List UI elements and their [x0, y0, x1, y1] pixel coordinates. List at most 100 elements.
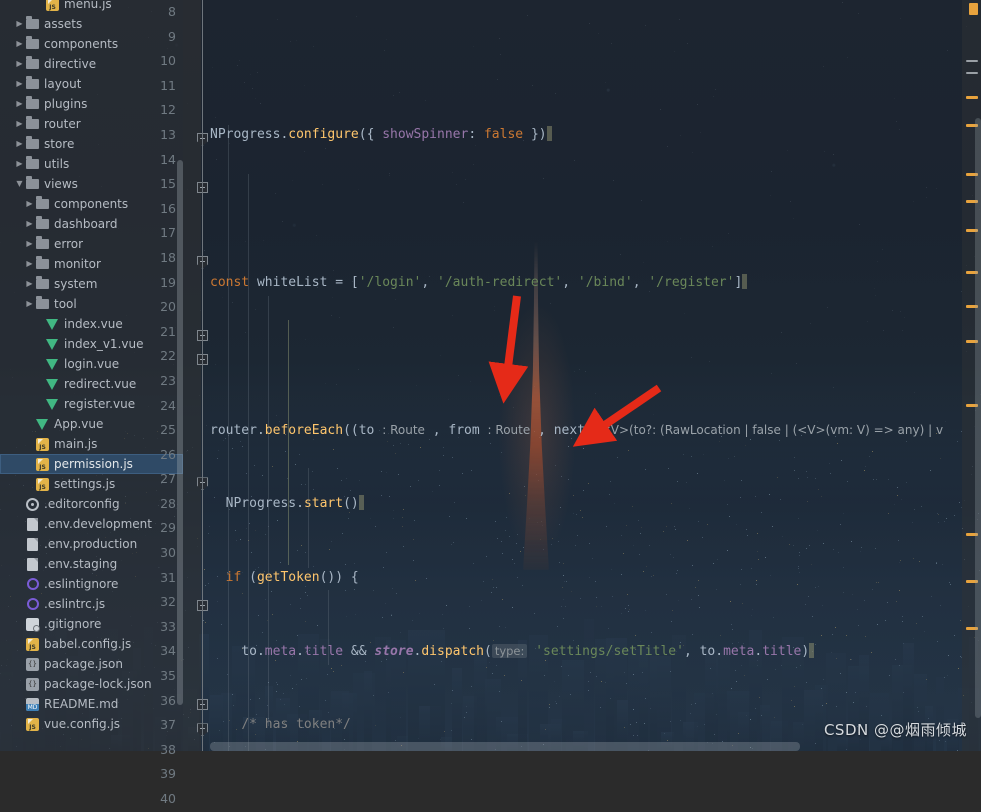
- folder-icon: [35, 276, 50, 289]
- line-number: 22: [160, 348, 176, 364]
- code-line[interactable]: [210, 344, 962, 369]
- tree-item-label: App.vue: [54, 417, 104, 431]
- marker-top[interactable]: [969, 3, 978, 15]
- tree-item-label: .eslintrc.js: [44, 597, 106, 611]
- chevron-right-icon[interactable]: ▶: [14, 54, 25, 74]
- line-number: 8: [168, 4, 176, 19]
- chevron-right-icon[interactable]: ▶: [14, 14, 25, 34]
- tree-item-label: register.vue: [64, 397, 136, 411]
- markdown-icon: [25, 697, 40, 711]
- indent-guide: [268, 296, 269, 726]
- editor-marker-bar[interactable]: [962, 0, 981, 751]
- chevron-right-icon[interactable]: ▶: [14, 154, 25, 174]
- line-number: 32: [160, 594, 176, 610]
- tree-item-label: .eslintignore: [44, 577, 119, 591]
- line-number: 9: [168, 28, 176, 44]
- line-number: 10: [160, 53, 176, 69]
- tree-item-label: .env.production: [44, 537, 138, 551]
- line-number: 38: [160, 741, 176, 757]
- marker-grey[interactable]: [966, 60, 978, 62]
- code-line[interactable]: NProgress.configure({ showSpinner: false…: [210, 123, 962, 148]
- tree-item-label: directive: [44, 57, 97, 71]
- folder-icon: [25, 176, 40, 189]
- tree-item-label: error: [54, 237, 84, 251]
- tree-item-label: README.md: [44, 697, 119, 711]
- chevron-right-icon[interactable]: ▶: [24, 194, 35, 214]
- chevron-right-icon[interactable]: ▶: [24, 274, 35, 294]
- code-line[interactable]: NProgress.start(): [210, 492, 962, 517]
- indent-guide: [328, 590, 329, 665]
- tree-item-label: store: [44, 137, 75, 151]
- tree-item-label: tool: [54, 297, 77, 311]
- editor-horizontal-scrollbar[interactable]: [210, 742, 800, 751]
- js-file-icon: [45, 0, 60, 11]
- chevron-down-icon[interactable]: ▼: [14, 174, 25, 194]
- document-icon: [25, 537, 40, 551]
- code-line[interactable]: const whiteList = ['/login', '/auth-redi…: [210, 271, 962, 296]
- tree-item-label: layout: [44, 77, 82, 91]
- tree-item-label: .editorconfig: [44, 497, 120, 511]
- vue-file-icon: [45, 318, 60, 331]
- fold-region-line: [202, 0, 203, 751]
- gear-icon: [25, 497, 40, 511]
- tree-item-label: components: [54, 197, 129, 211]
- marker-grey[interactable]: [966, 72, 978, 74]
- line-number: 21: [160, 323, 176, 339]
- code-line[interactable]: if (getToken()) {: [210, 566, 962, 591]
- line-number: 33: [160, 618, 176, 634]
- json-file-icon: [25, 657, 40, 671]
- editor-vertical-scrollbar[interactable]: [975, 118, 981, 718]
- tree-item-label: views: [44, 177, 78, 191]
- line-number: 24: [160, 397, 176, 413]
- line-number-column: 8 9 10 11 12 13 14 15 16 17 18 19 20 21 22 23 24 25 26 27 28…: [131, 0, 181, 806]
- chevron-right-icon[interactable]: ▶: [14, 94, 25, 114]
- chevron-right-icon[interactable]: ▶: [24, 254, 35, 274]
- line-number: 35: [160, 668, 176, 684]
- indent-guide-current: [288, 320, 289, 565]
- tree-item-label: package.json: [44, 657, 124, 671]
- chevron-right-icon[interactable]: ▶: [14, 114, 25, 134]
- code-folding-column[interactable]: [196, 0, 210, 751]
- vue-file-icon: [45, 358, 60, 371]
- tree-item-label: components: [44, 37, 119, 51]
- line-number: 23: [160, 372, 176, 388]
- line-number: 30: [160, 545, 176, 561]
- js-file-icon: [35, 437, 50, 451]
- line-number: 16: [160, 200, 176, 216]
- folder-icon: [25, 136, 40, 149]
- json-file-icon: [25, 677, 40, 691]
- chevron-right-icon[interactable]: ▶: [14, 134, 25, 154]
- chevron-right-icon[interactable]: ▶: [24, 214, 35, 234]
- code-line[interactable]: [210, 197, 962, 222]
- folder-icon: [35, 196, 50, 209]
- code-line[interactable]: to.meta.title && store.dispatch(type: 's…: [210, 639, 962, 664]
- line-number: 11: [160, 77, 176, 93]
- line-number: 28: [160, 495, 176, 511]
- line-number: 36: [160, 692, 176, 708]
- tree-item-label: router: [44, 117, 81, 131]
- document-icon: [25, 557, 40, 571]
- chevron-right-icon[interactable]: ▶: [14, 34, 25, 54]
- chevron-right-icon[interactable]: ▶: [24, 294, 35, 314]
- line-number: 29: [160, 520, 176, 536]
- code-line[interactable]: [210, 49, 962, 74]
- folder-icon: [25, 116, 40, 129]
- chevron-right-icon[interactable]: ▶: [14, 74, 25, 94]
- tree-item-label: login.vue: [64, 357, 120, 371]
- line-number: 34: [160, 643, 176, 659]
- indent-guide: [228, 125, 229, 751]
- tree-item-label: .env.staging: [44, 557, 118, 571]
- code-line[interactable]: router.beforeEach((to : Route , from : R…: [210, 418, 962, 443]
- code-content[interactable]: NProgress.configure({ showSpinner: false…: [210, 0, 962, 751]
- vue-file-icon: [45, 338, 60, 351]
- line-number: 31: [160, 569, 176, 585]
- line-number: 27: [160, 471, 176, 487]
- folder-icon: [25, 36, 40, 49]
- folder-icon: [25, 96, 40, 109]
- line-number: 20: [160, 299, 176, 315]
- js-file-icon: [35, 457, 50, 471]
- warning-marker[interactable]: [966, 96, 978, 99]
- chevron-right-icon[interactable]: ▶: [24, 234, 35, 254]
- tree-item-label: babel.config.js: [44, 637, 132, 651]
- folder-icon: [35, 296, 50, 309]
